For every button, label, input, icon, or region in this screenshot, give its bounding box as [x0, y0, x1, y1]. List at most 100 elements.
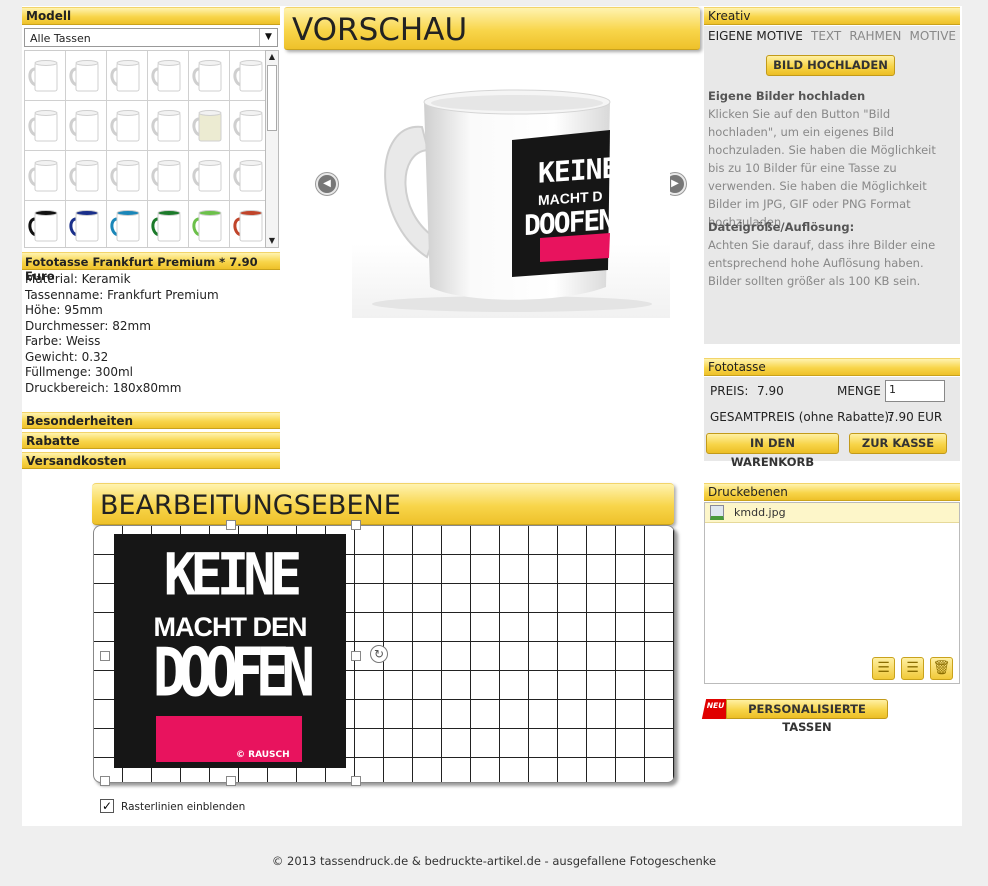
mug-model-grid	[24, 50, 266, 248]
scroll-thumb[interactable]	[267, 65, 277, 131]
scroll-down-icon[interactable]: ▼	[266, 235, 278, 247]
upload-image-button[interactable]: BILD HOCHLADEN	[766, 55, 895, 76]
total-label: GESAMTPREIS (ohne Rabatte):	[710, 410, 894, 424]
mug-thumbnail[interactable]	[107, 201, 147, 247]
druckebenen-header: Druckebenen	[704, 483, 960, 501]
modell-header: Modell	[22, 7, 280, 25]
mug-thumbnail[interactable]	[66, 101, 106, 150]
mug-thumbnail[interactable]	[230, 201, 265, 247]
mug-thumbnail[interactable]	[189, 201, 229, 247]
scroll-up-icon[interactable]: ▲	[266, 51, 278, 63]
mug-thumbnail[interactable]	[148, 151, 188, 200]
kreativ-tabs: EIGENE MOTIVE TEXT RAHMEN MOTIVE	[704, 29, 960, 43]
mug-thumbnail[interactable]	[66, 201, 106, 247]
design-image[interactable]: KEINE MACHT DEN DOOFEN © RAUSCH	[114, 534, 346, 768]
price-value: 7.90	[757, 384, 784, 398]
move-layer-down-icon[interactable]: ☰	[901, 657, 924, 680]
filesize-help-text: Achten Sie darauf, dass ihre Bilder eine…	[708, 238, 936, 288]
mug-thumbnail[interactable]	[107, 151, 147, 200]
product-title: Fototasse Frankfurt Premium * 7.90 Euro	[22, 252, 280, 283]
resize-handle-bottom-right[interactable]	[351, 776, 361, 786]
mug-thumbnail[interactable]	[148, 201, 188, 247]
accordion-rabatte[interactable]: Rabatte	[22, 432, 280, 449]
mug-thumbnail[interactable]	[25, 151, 65, 200]
mug-thumbnail[interactable]	[107, 101, 147, 150]
fototasse-panel: PREIS: 7.90 MENGE 1 GESAMTPREIS (ohne Ra…	[704, 377, 960, 469]
kreativ-panel: EIGENE MOTIVE TEXT RAHMEN MOTIVE BILD HO…	[704, 26, 960, 344]
druckebenen-panel: kmdd.jpg ☰ ☰ 🗑	[704, 502, 960, 684]
editor-header: BEARBEITUNGSEBENE	[92, 483, 674, 525]
mug-thumbnail[interactable]	[148, 51, 188, 100]
chevron-down-icon[interactable]: ▼	[259, 29, 277, 46]
spec-line: Gewicht: 0.32	[25, 349, 109, 364]
design-text-line3: DOOFEN	[152, 634, 315, 713]
page-container: Modell Alle Tassen ▼ ▲ ▼ Fototasse Frank…	[22, 6, 962, 826]
checkout-button[interactable]: ZUR KASSE	[849, 433, 947, 454]
model-grid-scrollbar[interactable]: ▲ ▼	[265, 50, 279, 248]
upload-help-text: Klicken Sie auf den Button "Bild hochlad…	[708, 107, 936, 229]
mug-thumbnail[interactable]	[107, 51, 147, 100]
mug-thumbnail[interactable]	[230, 151, 265, 200]
mug-thumbnail[interactable]	[148, 101, 188, 150]
trash-icon[interactable]: 🗑	[930, 657, 953, 680]
personalized-mugs-label[interactable]: PERSONALISIERTE TASSEN	[726, 699, 888, 734]
gridlines-label[interactable]: Rasterlinien einblenden	[121, 801, 245, 813]
preview-header: VORSCHAU	[284, 7, 700, 50]
mug-preview-image: KEINE MACHT D DOOFEN	[352, 72, 670, 318]
filesize-help: Dateigröße/Auflösung: Achten Sie darauf,…	[708, 218, 953, 290]
mug-thumbnail[interactable]	[25, 101, 65, 150]
mug-thumbnail[interactable]	[25, 201, 65, 247]
move-layer-up-icon[interactable]: ☰	[872, 657, 895, 680]
total-value: 7.90 EUR	[887, 410, 943, 424]
rotate-icon[interactable]: ↻	[370, 645, 388, 663]
mug-thumbnail[interactable]	[66, 151, 106, 200]
quantity-input[interactable]: 1	[885, 380, 945, 402]
model-select-value: Alle Tassen	[30, 32, 91, 45]
tab-motive[interactable]: MOTIVE	[910, 29, 956, 43]
design-text-line1: KEINE	[163, 540, 303, 609]
kreativ-header: Kreativ	[704, 7, 960, 25]
tab-rahmen[interactable]: RAHMEN	[849, 29, 901, 43]
design-copyright: © RAUSCH	[236, 750, 290, 760]
accordion-versandkosten[interactable]: Versandkosten	[22, 452, 280, 469]
mug-thumbnail[interactable]	[189, 151, 229, 200]
resize-handle-top-right[interactable]	[351, 520, 361, 530]
mug-thumbnail[interactable]	[230, 51, 265, 100]
tab-text[interactable]: TEXT	[811, 29, 841, 43]
layer-filename: kmdd.jpg	[734, 506, 786, 519]
quantity-label: MENGE	[837, 384, 881, 398]
add-to-cart-button[interactable]: IN DEN WARENKORB	[706, 433, 839, 469]
footer-copyright: © 2013 tassendruck.de & bedruckte-artike…	[271, 854, 717, 868]
personalized-mugs-button[interactable]: NEU PERSONALISIERTE TASSEN	[701, 699, 888, 734]
mug-illustration	[372, 89, 652, 312]
mug-text-line1: KEINE	[538, 151, 618, 190]
resize-handle-left[interactable]	[100, 651, 110, 661]
price-label: PREIS:	[710, 384, 749, 398]
fototasse-header: Fototasse	[704, 358, 960, 376]
spec-line: Füllmenge: 300ml	[25, 365, 133, 379]
filesize-help-title: Dateigröße/Auflösung:	[708, 220, 855, 234]
resize-handle-right[interactable]	[351, 651, 361, 661]
accordion-besonderheiten[interactable]: Besonderheiten	[22, 412, 280, 429]
spec-line: Farbe: Weiss	[25, 334, 101, 348]
mug-thumbnail[interactable]	[189, 51, 229, 100]
gridlines-checkbox[interactable]: ✓	[100, 799, 114, 813]
product-specs: Material: Keramik Tassenname: Frankfurt …	[25, 272, 280, 396]
mug-thumbnail[interactable]	[66, 51, 106, 100]
spec-line: Höhe: 95mm	[25, 303, 103, 317]
spec-line: Tassenname: Frankfurt Premium	[25, 287, 219, 302]
resize-handle-bottom[interactable]	[226, 776, 236, 786]
tab-eigene-motive[interactable]: EIGENE MOTIVE	[708, 29, 803, 43]
upload-help-title: Eigene Bilder hochladen	[708, 89, 866, 103]
model-select[interactable]: Alle Tassen ▼	[24, 28, 278, 47]
spec-line: Durchmesser: 82mm	[25, 318, 151, 333]
mug-thumbnail[interactable]	[230, 101, 265, 150]
mug-thumbnail[interactable]	[189, 101, 229, 150]
layer-row[interactable]: kmdd.jpg	[705, 503, 959, 523]
spec-line: Material: Keramik	[25, 272, 131, 286]
upload-help: Eigene Bilder hochladen Klicken Sie auf …	[708, 87, 953, 231]
resize-handle-top[interactable]	[226, 520, 236, 530]
resize-handle-bottom-left[interactable]	[100, 776, 110, 786]
mug-thumbnail[interactable]	[25, 51, 65, 100]
previous-arrow-icon[interactable]: ◀	[316, 173, 338, 195]
